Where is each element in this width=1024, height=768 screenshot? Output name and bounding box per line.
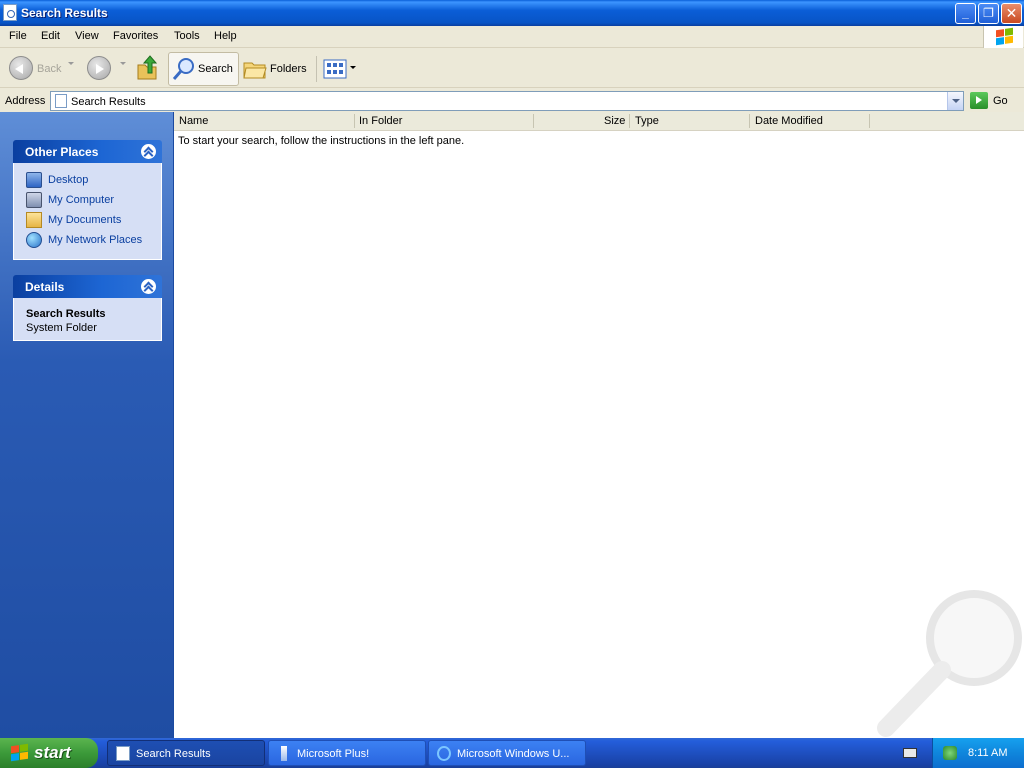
back-dropdown-icon[interactable] — [68, 62, 74, 65]
windows-flag-icon — [11, 743, 28, 762]
other-places-title: Other Places — [25, 145, 99, 159]
taskbar-item-search-results[interactable]: Search Results — [107, 740, 265, 766]
minimize-button[interactable]: _ — [955, 3, 976, 24]
my-computer-icon — [26, 192, 42, 208]
column-type[interactable]: Type — [635, 115, 659, 127]
windows-logo — [983, 26, 1023, 48]
details-type: System Folder — [26, 322, 97, 334]
menu-view[interactable]: View — [75, 30, 99, 42]
column-in-folder[interactable]: In Folder — [359, 115, 402, 127]
taskbar-item-label: Search Results — [136, 748, 211, 760]
views-dropdown-icon — [350, 66, 356, 69]
other-places-panel: Other Places Desktop My Computer My Docu… — [13, 140, 162, 260]
back-button[interactable]: Back — [6, 53, 66, 85]
search-results-icon — [116, 746, 130, 761]
taskbar-item-windows-update[interactable]: Microsoft Windows U... — [428, 740, 586, 766]
title-bar[interactable]: Search Results _ ❐ ✕ — [0, 0, 1024, 26]
back-arrow-icon — [9, 56, 33, 80]
column-header: Name In Folder Size Type Date Modified — [174, 112, 1024, 131]
desktop-icon — [26, 172, 42, 188]
windows-flag-icon — [996, 27, 1013, 46]
results-list[interactable]: Name In Folder Size Type Date Modified T… — [174, 112, 1024, 738]
details-title: Details — [25, 280, 65, 294]
place-my-documents[interactable]: My Documents — [14, 210, 161, 230]
details-name: Search Results — [26, 308, 106, 320]
network-tray-icon[interactable] — [943, 746, 957, 760]
place-label: My Computer — [48, 194, 115, 206]
column-divider[interactable] — [749, 114, 750, 128]
collapse-chevron-icon[interactable] — [141, 144, 156, 159]
forward-dropdown-icon[interactable] — [120, 62, 126, 65]
go-arrow-icon[interactable] — [970, 92, 988, 109]
place-my-network-places[interactable]: My Network Places — [14, 230, 161, 250]
details-body: Search Results System Folder — [13, 298, 162, 341]
menu-bar: File Edit View Favorites Tools Help — [0, 26, 1024, 48]
task-pane: Other Places Desktop My Computer My Docu… — [0, 112, 174, 738]
place-my-computer[interactable]: My Computer — [14, 190, 161, 210]
menu-edit[interactable]: Edit — [41, 30, 60, 42]
column-name[interactable]: Name — [179, 115, 208, 127]
other-places-header[interactable]: Other Places — [13, 140, 162, 163]
taskbar: start Search Results Microsoft Plus! Mic… — [0, 738, 1024, 768]
clock[interactable]: 8:11 AM — [968, 747, 1008, 759]
address-dropdown-icon[interactable] — [947, 92, 963, 110]
search-label: Search — [198, 63, 233, 75]
my-documents-icon — [26, 212, 42, 228]
collapse-chevron-icon[interactable] — [141, 279, 156, 294]
column-divider[interactable] — [533, 114, 534, 128]
go-button[interactable]: Go — [993, 95, 1008, 107]
search-icon — [172, 58, 194, 80]
menu-help[interactable]: Help — [214, 30, 237, 42]
system-tray: 8:11 AM — [932, 738, 1024, 768]
empty-results-message: To start your search, follow the instruc… — [178, 135, 465, 147]
column-divider[interactable] — [354, 114, 355, 128]
menu-tools[interactable]: Tools — [174, 30, 200, 42]
magnifier-watermark-icon — [877, 590, 1022, 737]
search-button[interactable]: Search — [168, 52, 239, 86]
taskbar-item-microsoft-plus[interactable]: Microsoft Plus! — [268, 740, 426, 766]
place-label: My Network Places — [48, 234, 143, 246]
maximize-button[interactable]: ❐ — [978, 3, 999, 24]
views-icon — [323, 59, 347, 79]
column-divider[interactable] — [869, 114, 870, 128]
taskbar-item-label: Microsoft Plus! — [297, 748, 370, 760]
address-value: Search Results — [71, 96, 146, 108]
toolbar: Back Search Folders — [0, 49, 1024, 88]
internet-explorer-icon — [437, 746, 451, 761]
folders-label: Folders — [270, 63, 307, 75]
window-title: Search Results — [21, 6, 108, 20]
toolbar-separator — [316, 56, 317, 82]
taskbar-item-label: Microsoft Windows U... — [457, 748, 570, 760]
search-results-folder-icon — [55, 94, 67, 108]
up-folder-button[interactable] — [135, 53, 161, 85]
address-label: Address — [5, 95, 46, 107]
up-folder-icon — [137, 55, 158, 80]
place-desktop[interactable]: Desktop — [14, 170, 161, 190]
address-bar: Address Search Results Go — [0, 89, 1024, 112]
plus-wand-icon — [281, 746, 287, 761]
close-button[interactable]: ✕ — [1001, 3, 1022, 24]
start-label: start — [34, 743, 71, 762]
forward-arrow-icon — [87, 56, 111, 80]
place-label: Desktop — [48, 174, 89, 186]
column-divider[interactable] — [629, 114, 630, 128]
column-date-modified[interactable]: Date Modified — [755, 115, 823, 127]
back-label: Back — [37, 63, 62, 75]
other-places-list: Desktop My Computer My Documents My Netw… — [13, 163, 162, 260]
menu-file[interactable]: File — [9, 30, 27, 42]
my-network-places-icon — [26, 232, 42, 248]
start-button[interactable]: start — [0, 738, 98, 768]
details-header[interactable]: Details — [13, 275, 162, 298]
views-button[interactable] — [322, 53, 358, 85]
search-results-icon — [3, 4, 17, 21]
details-panel: Details Search Results System Folder — [13, 275, 162, 341]
forward-button[interactable] — [86, 53, 116, 85]
place-label: My Documents — [48, 214, 122, 226]
address-input[interactable]: Search Results — [50, 91, 964, 111]
column-size[interactable]: Size — [604, 115, 625, 127]
keyboard-icon[interactable] — [903, 748, 917, 758]
folders-icon — [243, 62, 267, 79]
menu-favorites[interactable]: Favorites — [113, 30, 158, 42]
folders-button[interactable]: Folders — [242, 53, 310, 85]
